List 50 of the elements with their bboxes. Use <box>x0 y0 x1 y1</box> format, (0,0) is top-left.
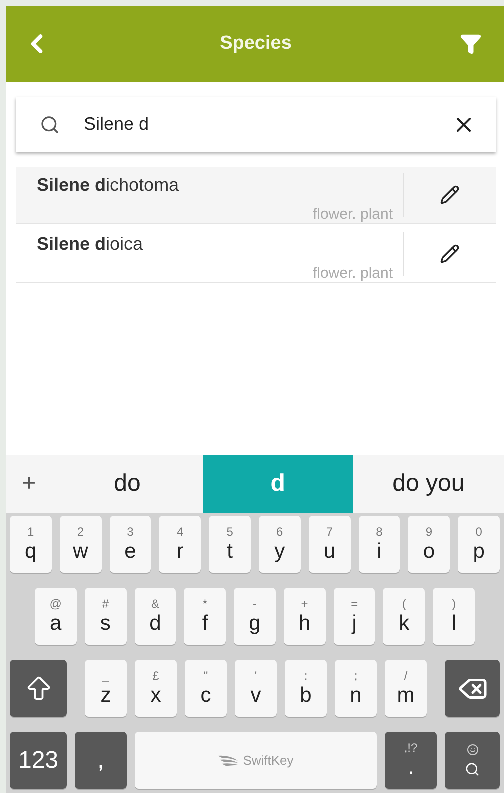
key[interactable]: 5 t <box>209 516 251 573</box>
search-icon <box>465 762 480 777</box>
key[interactable]: ; n <box>335 660 377 717</box>
key[interactable]: 6 y <box>258 516 301 573</box>
species-name: Silene dioica <box>37 234 144 255</box>
species-name: Silene dichotoma <box>37 175 180 196</box>
species-tags: flower. plant <box>312 265 393 282</box>
add-word-icon[interactable]: + <box>6 470 52 498</box>
key[interactable]: " c <box>185 660 227 717</box>
key[interactable]: ' v <box>235 660 277 717</box>
search-input[interactable]: Silene d <box>82 113 430 136</box>
key[interactable]: £ x <box>135 660 177 717</box>
key[interactable]: 2 w <box>60 516 102 573</box>
key[interactable]: ( k <box>383 588 426 645</box>
key[interactable]: 8 i <box>358 516 400 573</box>
key[interactable]: 1 q <box>10 516 52 573</box>
key[interactable]: & d <box>134 588 176 645</box>
key[interactable]: @ a <box>35 588 77 645</box>
suggestion[interactable]: do you <box>353 455 504 513</box>
pencil-icon <box>440 244 460 264</box>
result-row[interactable]: Silene dichotoma flower. plant <box>16 167 496 224</box>
key[interactable]: / m <box>385 660 427 717</box>
key[interactable]: 9 o <box>408 516 450 573</box>
key[interactable]: 123 <box>10 732 67 789</box>
backspace-key[interactable] <box>445 660 500 717</box>
key[interactable]: * f <box>184 588 226 645</box>
species-tags: flower. plant <box>312 206 393 223</box>
key[interactable]: 3 e <box>110 516 152 573</box>
smiley-icon <box>466 744 478 756</box>
suggestion[interactable]: do <box>52 455 203 513</box>
swoosh-icon <box>218 754 240 766</box>
key[interactable]: 4 r <box>159 516 202 573</box>
key[interactable]: ,!? . <box>385 732 437 789</box>
filter-icon[interactable] <box>460 33 482 55</box>
key[interactable]: _ z <box>85 660 127 717</box>
key[interactable]: # s <box>84 588 127 645</box>
shift-key[interactable] <box>10 660 67 717</box>
key[interactable]: : b <box>285 660 327 717</box>
key[interactable]: ) l <box>433 588 476 645</box>
key[interactable]: , <box>75 732 127 789</box>
emoji-search-key[interactable] <box>445 732 500 789</box>
search-icon <box>40 114 60 134</box>
key[interactable]: + h <box>284 588 326 645</box>
search-field[interactable]: Silene d <box>16 97 496 152</box>
key[interactable]: 0 p <box>458 516 500 573</box>
key[interactable]: 7 u <box>308 516 351 573</box>
screen-title: Species <box>220 33 292 55</box>
pencil-icon <box>440 185 460 205</box>
key[interactable]: = j <box>334 588 376 645</box>
key[interactable]: - g <box>234 588 276 645</box>
